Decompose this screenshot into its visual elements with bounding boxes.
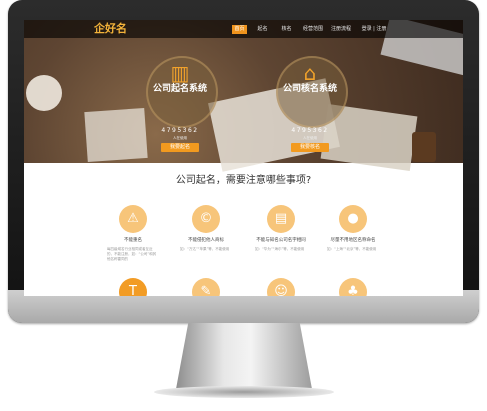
check-system-count-label: 人在使用 — [303, 136, 317, 140]
copyright-icon: © — [192, 205, 220, 233]
nav-naming[interactable]: 起名 — [255, 25, 270, 34]
section-heading: 公司起名，需要注意哪些事项? — [175, 175, 312, 186]
nav-business-scope[interactable]: 经营范围 — [302, 25, 324, 34]
person-icon: ☺ — [267, 278, 295, 296]
text-icon: T — [119, 278, 147, 296]
apple-logo-icon — [237, 298, 251, 314]
tag-icon: ✎ — [192, 278, 220, 296]
nav-home[interactable]: 首页 — [232, 25, 247, 34]
city-skyline-icon: ▥ — [170, 61, 190, 85]
nav-login-register[interactable]: 登录 | 注册 — [360, 25, 388, 34]
start-check-button[interactable]: 我要核名 — [291, 143, 329, 152]
site-logo[interactable]: 企好名 — [94, 22, 127, 36]
nav-name-check[interactable]: 核名 — [279, 25, 294, 34]
check-system-title: 公司核名系统 — [282, 84, 337, 94]
naming-system-title: 公司起名系统 — [152, 84, 207, 94]
document-icon: ▤ — [267, 205, 295, 233]
start-naming-button[interactable]: 我要起名 — [161, 143, 199, 152]
feature-desc-4: 如：“上海”“北京”等，不能使用 — [327, 247, 377, 251]
feature-title-1: 不能重名 — [124, 238, 142, 243]
bell-icon: ♣ — [339, 278, 367, 296]
feature-desc-1: 每四级域名行业相同或者互近的，不能注册，如：“公司”和其他名称雷同的 — [107, 247, 157, 261]
location-pin-icon: ● — [339, 205, 367, 233]
feature-desc-3: 如：“华为”“海尔”等，不能使用 — [255, 247, 305, 251]
phone-decoration — [412, 132, 436, 162]
naming-system-count-label: 人在使用 — [173, 136, 187, 140]
naming-system-count: 4795362 — [161, 127, 199, 134]
website-screen: 企好名 首页 起名 核名 经营范围 注册流程 登录 | 注册 ▥ 公司起名系统 … — [24, 20, 463, 296]
top-navigation-bar: 企好名 首页 起名 核名 经营范围 注册流程 登录 | 注册 — [24, 20, 463, 38]
notepad-decoration — [84, 107, 148, 163]
government-building-icon: ⌂ — [303, 61, 317, 85]
monitor-foot — [154, 386, 334, 398]
feature-title-4: 尽量不用地区名称命名 — [330, 238, 376, 243]
hero-banner: 企好名 首页 起名 核名 经营范围 注册流程 登录 | 注册 ▥ 公司起名系统 … — [24, 20, 463, 172]
feature-title-3: 不能与知名公司名字相同 — [256, 238, 306, 243]
feature-desc-2: 如：“万达”“苹果”等，不能使用 — [180, 247, 230, 251]
monitor-stand — [176, 323, 312, 389]
feature-title-2: 不能侵犯他人商标 — [188, 238, 224, 243]
nav-registration-process[interactable]: 注册流程 — [330, 25, 352, 34]
check-system-count: 4795362 — [291, 127, 329, 134]
coffee-cup-decoration — [26, 75, 62, 111]
warning-icon: ⚠ — [119, 205, 147, 233]
